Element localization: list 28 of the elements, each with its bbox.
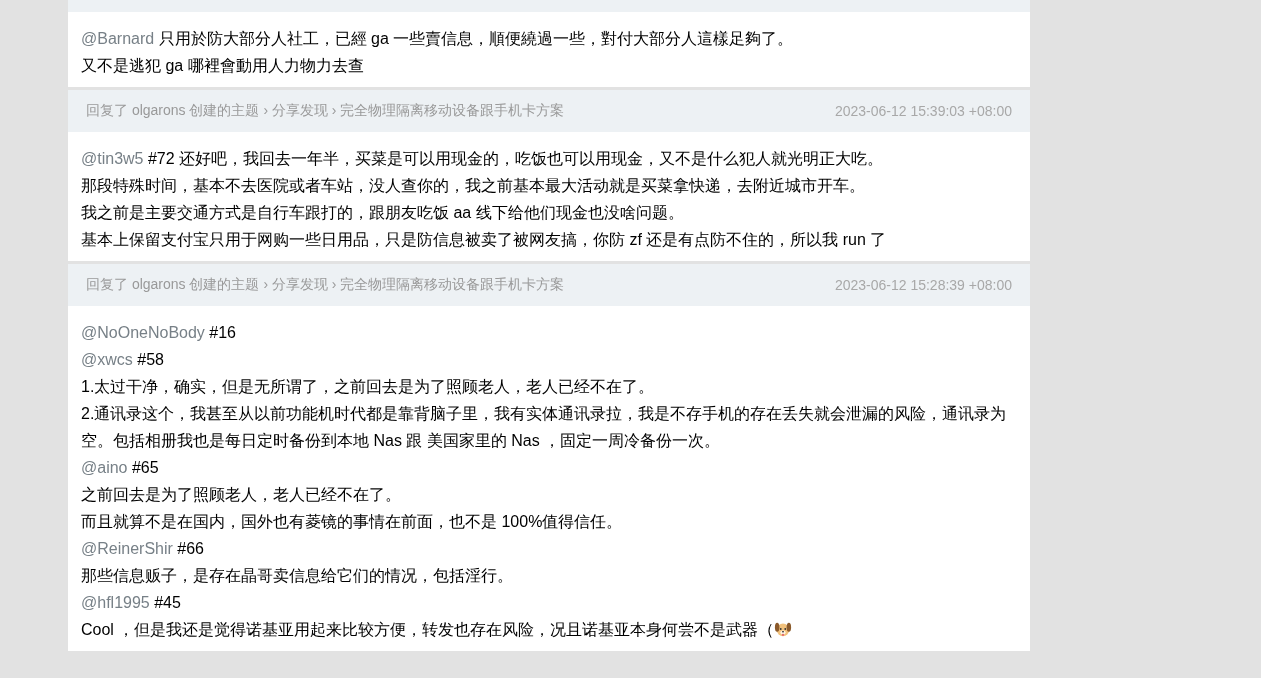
reply-line: 1.太过干净，确实，但是无所谓了，之前回去是为了照顾老人，老人已经不在了。 (81, 377, 656, 397)
user-link[interactable]: @Barnard (81, 30, 155, 47)
user-link[interactable]: @ReinerShir (81, 540, 173, 557)
reply-text: #16 (208, 324, 236, 341)
reply-text: #72 还好吧，我回去一年半，买菜是可以用现金的，吃饭也可以用现金，又不是什么犯人就光明正大吃。 (146, 150, 884, 167)
reply-line: 而且就算不是在国内，国外也有菱镜的事情在前面，也不是 100%值得信任。 (81, 512, 624, 532)
user-link[interactable]: @tin3w5 (81, 150, 144, 167)
user-link[interactable]: @xwcs (81, 351, 133, 368)
reply-text: 只用於防大部分人社工，已經 ga 一些賣信息，順便繞過一些，對付大部分人這樣足夠了。 (157, 30, 794, 47)
reply-time: 2023-06-12 15:39:03 +08:00 (834, 103, 1012, 119)
reply-time: 2023-06-12 15:28:39 +08:00 (834, 277, 1012, 293)
reply-line: 之前回去是为了照顾老人，老人已经不在了。 (81, 485, 402, 505)
breadcrumb: 回复了 olgarons 创建的主题 › 分享发现 › 完全物理隔离移动设备跟手机卡方案 (86, 102, 565, 120)
reply-line: 又不是逃犯 ga 哪裡會動用人力物力去查 (81, 56, 365, 76)
reply-line: 基本上保留支付宝只用于网购一些日用品，只是防信息被卖了被网友搞，你防 zf 还是有点防不住的，所以我 run 了 (81, 230, 888, 250)
reply-line: 那段特殊时间，基本不去医院或者车站，没人查你的，我之前基本最大活动就是买菜拿快递，去附近城市开车。 (81, 176, 866, 196)
reply-text: #45 (153, 594, 181, 611)
reply-text: #65 (130, 459, 159, 476)
reply-line: 我之前是主要交通方式是自行车跟打的，跟朋友吃饭 aa 线下给他们现金也没啥问题。 (81, 203, 685, 223)
reply-text: Cool ，但是我还是觉得诺基亚用起来比较方便，转发也存在风险，况且诺基亚本身何尝不是武器（ (81, 621, 775, 638)
user-link[interactable]: @NoOneNoBody (81, 324, 205, 341)
reply-line: 那些信息贩子，是存在晶哥卖信息给它们的情况，包括淫行。 (81, 566, 514, 586)
user-link[interactable]: @aino (81, 459, 128, 476)
reply-text: #58 (136, 351, 164, 368)
reply-line: 2.通讯录这个，我甚至从以前功能机时代都是靠背脑子里，我有实体通讯录拉，我是不存手机的存在丢失就会泄漏的风险，通讯录为空。包括相册我也是每日定时备份到本地 Nas 跟 美国家里的 Nas ，固定一周冷备份一次。 (81, 404, 1008, 451)
breadcrumb: 回复了 olgarons 创建的主题 › 分享发现 › 完全物理隔离移动设备跟手机卡方案 (86, 276, 565, 294)
reply-text: #66 (176, 540, 204, 557)
user-link[interactable]: @hfl1995 (81, 594, 150, 611)
